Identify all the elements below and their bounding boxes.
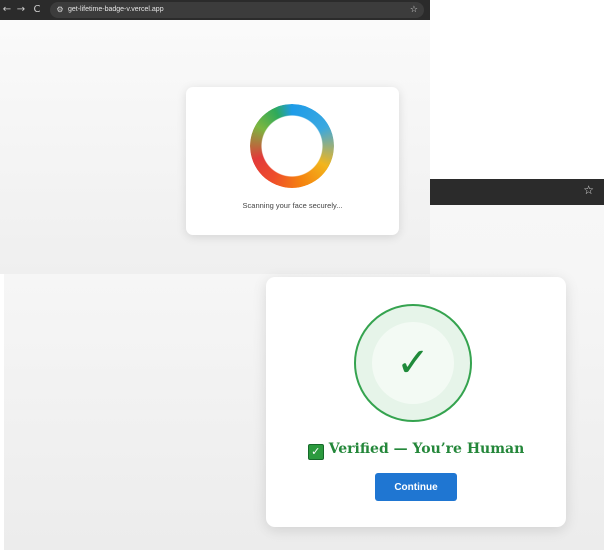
forward-arrow-icon[interactable]: → [14, 2, 28, 18]
loading-spinner-icon [250, 104, 334, 188]
checkmark-icon: ✓ [396, 340, 430, 386]
verified-status-text: Verified — You’re Human [328, 441, 525, 457]
verification-card: ✓ ✓ Verified — You’re Human Continue [266, 277, 566, 527]
bookmark-star-icon[interactable]: ☆ [410, 2, 418, 18]
verified-window: ☆ ✓ ✓ Verified — You’re Human Continue [4, 179, 604, 550]
check-box-icon: ✓ [307, 444, 324, 460]
browser-toolbar: ← → C ⚙ get-lifetime-badge-v.vercel.app … [0, 0, 430, 20]
screenshot-stage: ← → C ⚙ get-lifetime-badge-v.vercel.app … [0, 0, 604, 550]
browser-toolbar-secondary: ☆ [430, 179, 604, 205]
address-bar-url[interactable]: get-lifetime-badge-v.vercel.app [68, 2, 164, 18]
back-arrow-icon[interactable]: ← [0, 2, 14, 18]
bookmark-star-icon[interactable]: ☆ [583, 179, 594, 201]
verified-status: ✓ Verified — You’re Human [266, 441, 566, 460]
scanning-ring [250, 104, 334, 188]
reload-icon[interactable]: C [30, 2, 44, 18]
site-settings-icon[interactable]: ⚙ [55, 5, 65, 15]
continue-button[interactable]: Continue [375, 473, 457, 501]
page-background-upper [430, 205, 604, 274]
success-badge: ✓ [354, 304, 472, 422]
success-badge-inner: ✓ [372, 322, 454, 404]
address-bar[interactable]: ⚙ get-lifetime-badge-v.vercel.app ☆ [50, 2, 424, 18]
